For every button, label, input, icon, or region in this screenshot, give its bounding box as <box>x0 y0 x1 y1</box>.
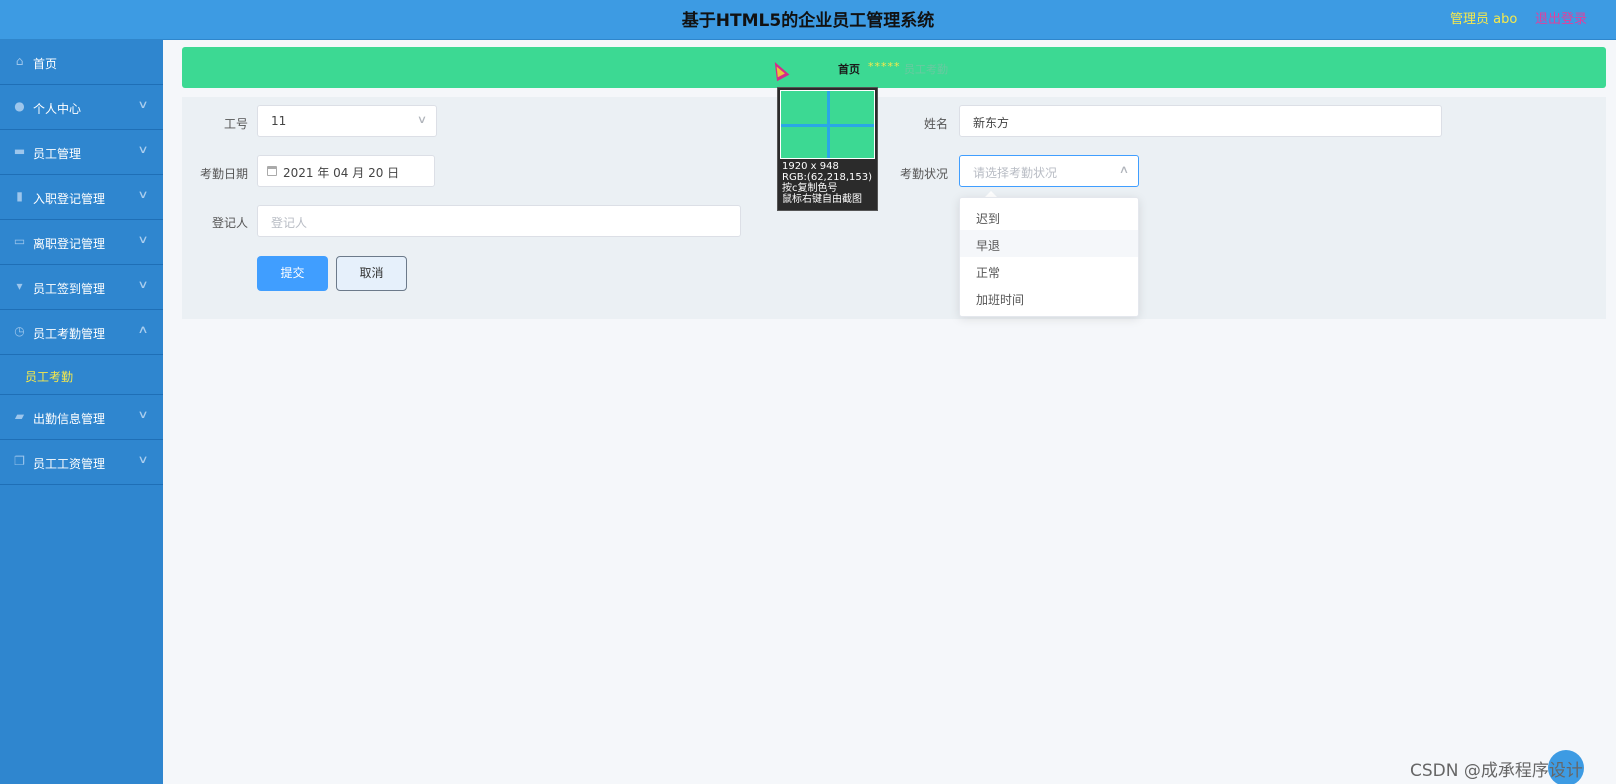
option-label: 迟到 <box>976 212 1001 226</box>
sidebar-subitem-label: 员工考勤 <box>25 370 74 384</box>
sidebar-item-label: 入职登记管理 <box>33 192 106 206</box>
status-placeholder: 请选择考勤状况 <box>973 166 1058 180</box>
sidebar-item-label: 首页 <box>33 57 58 71</box>
sidebar-item-label: 个人中心 <box>33 102 82 116</box>
thumb-icon: ▰ <box>14 409 25 423</box>
clock-icon: ◷ <box>14 324 25 338</box>
status-option-normal[interactable]: 正常 <box>960 257 1138 284</box>
pin-icon: ▾ <box>16 279 23 293</box>
recorder-label: 登记人 <box>211 216 248 230</box>
status-dropdown: 迟到 早退 正常 加班时间 <box>959 197 1139 317</box>
watermark: CSDN @成承程序设计 <box>1410 761 1583 781</box>
date-label: 考勤日期 <box>199 167 248 181</box>
sidebar-item-onboarding[interactable]: ▮ 入职登记管理 ∨ <box>0 175 163 220</box>
sidebar-item-home[interactable]: ⌂ 首页 <box>0 40 163 85</box>
chevron-down-icon: ∨ <box>137 188 149 201</box>
sidebar-item-resignation[interactable]: ▭ 离职登记管理 ∨ <box>0 220 163 265</box>
date-value: 2021 年 04 月 20 日 <box>283 166 400 180</box>
emp-no-label: 工号 <box>223 117 248 131</box>
monitor-icon: ▬ <box>13 144 26 158</box>
magnifier-hint-copy: 按c复制色号 <box>782 183 838 194</box>
recorder-placeholder: 登记人 <box>271 216 308 230</box>
magnifier-rgb: RGB:(62,218,153) <box>782 172 872 183</box>
option-label: 正常 <box>976 266 1001 280</box>
sidebar-item-label: 出勤信息管理 <box>33 412 106 426</box>
calendar-icon <box>267 166 277 176</box>
emp-no-value: 11 <box>271 114 287 128</box>
status-select[interactable]: 请选择考勤状况 ∧ <box>959 155 1139 187</box>
app-title: 基于HTML5的企业员工管理系统 <box>681 11 935 31</box>
recorder-field[interactable]: 登记人 <box>257 205 741 237</box>
cancel-button[interactable]: 取消 <box>336 256 407 291</box>
sidebar-item-attendance[interactable]: ◷ 员工考勤管理 ∧ <box>0 310 163 355</box>
sidebar-item-label: 离职登记管理 <box>33 237 106 251</box>
magnifier-hint-capture: 鼠标右键自由截图 <box>782 194 862 205</box>
magnifier-size: 1920 x 948 <box>782 161 839 172</box>
sidebar-item-label: 员工工资管理 <box>33 457 106 471</box>
sidebar-item-signin[interactable]: ▾ 员工签到管理 ∨ <box>0 265 163 310</box>
emp-no-select[interactable]: 11 ∨ <box>257 105 437 137</box>
chevron-down-icon: ∨ <box>416 113 428 126</box>
magnifier-zoom <box>780 90 875 159</box>
sidebar-subitem-attendance[interactable]: 员工考勤 <box>0 355 163 395</box>
name-value: 新东方 <box>973 116 1010 130</box>
chevron-down-icon: ∨ <box>137 278 149 291</box>
chevron-up-icon: ∧ <box>1118 163 1130 176</box>
submit-button[interactable]: 提交 <box>257 256 328 291</box>
logout-link[interactable]: 退出登录 <box>1535 8 1587 27</box>
chevron-up-icon: ∧ <box>137 323 149 336</box>
sidebar-item-label: 员工签到管理 <box>33 282 106 296</box>
chart-icon: ▮ <box>16 189 23 203</box>
briefcase-icon: ▭ <box>13 234 26 248</box>
copy-icon: ❐ <box>14 454 25 468</box>
date-picker[interactable]: 2021 年 04 月 20 日 <box>257 155 435 187</box>
home-icon: ⌂ <box>15 54 24 68</box>
name-label: 姓名 <box>923 117 948 131</box>
sidebar-item-label: 员工管理 <box>33 147 82 161</box>
sidebar: ⌂ 首页 ● 个人中心 ∨ ▬ 员工管理 ∨ ▮ 入职登记管理 ∨ ▭ 离职登记… <box>0 40 163 784</box>
breadcrumb-separator: ***** <box>868 60 901 73</box>
name-field[interactable]: 新东方 <box>959 105 1442 137</box>
user-icon: ● <box>14 99 25 113</box>
status-option-early-leave[interactable]: 早退 <box>960 230 1138 257</box>
admin-user-label: 管理员 abo <box>1450 12 1518 27</box>
sidebar-item-presence[interactable]: ▰ 出勤信息管理 ∨ <box>0 395 163 440</box>
status-label: 考勤状况 <box>899 167 948 181</box>
status-option-overtime[interactable]: 加班时间 <box>960 284 1138 311</box>
sidebar-item-profile[interactable]: ● 个人中心 ∨ <box>0 85 163 130</box>
option-label: 加班时间 <box>976 293 1025 307</box>
breadcrumb: 首页 ***** 员工考勤 <box>182 47 1606 88</box>
chevron-down-icon: ∨ <box>137 408 149 421</box>
sidebar-item-salary[interactable]: ❐ 员工工资管理 ∨ <box>0 440 163 485</box>
chevron-down-icon: ∨ <box>137 233 149 246</box>
breadcrumb-home[interactable]: 首页 <box>838 61 860 77</box>
option-label: 早退 <box>976 239 1001 253</box>
sidebar-item-employees[interactable]: ▬ 员工管理 ∨ <box>0 130 163 175</box>
status-option-late[interactable]: 迟到 <box>960 203 1138 230</box>
crosshair-h <box>781 124 874 127</box>
chevron-down-icon: ∨ <box>137 453 149 466</box>
breadcrumb-current: 员工考勤 <box>904 63 948 76</box>
sidebar-item-label: 员工考勤管理 <box>33 327 106 341</box>
top-header: 基于HTML5的企业员工管理系统 管理员 abo 退出登录 <box>0 0 1616 40</box>
color-picker-magnifier: 1920 x 948 RGB:(62,218,153) 按c复制色号 鼠标右键自… <box>777 87 878 211</box>
chevron-down-icon: ∨ <box>137 143 149 156</box>
chevron-down-icon: ∨ <box>137 98 149 111</box>
